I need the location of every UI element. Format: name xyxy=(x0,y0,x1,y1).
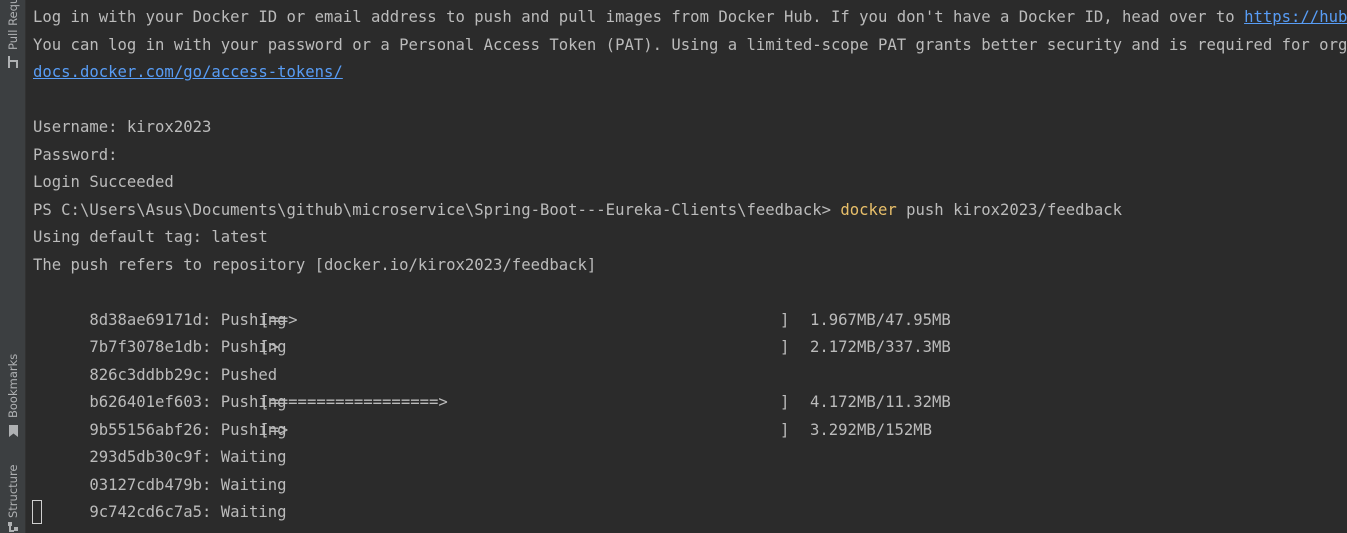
terminal-cursor xyxy=(32,500,42,524)
pull-requests-label: Pull Requests xyxy=(6,0,20,50)
pull-requests-tool-button[interactable]: Pull Requests xyxy=(0,0,25,72)
docker-hub-link[interactable]: https://hub.docker.com xyxy=(1244,8,1347,26)
bookmark-icon xyxy=(9,425,18,437)
login-info-text-1: Log in with your Docker ID or email addr… xyxy=(33,8,1245,26)
command-line: PS C:\Users\Asus\Documents\github\micros… xyxy=(33,197,1122,225)
shell-prompt: PS C:\Users\Asus\Documents\github\micros… xyxy=(33,200,841,219)
bookmarks-tool-button[interactable]: Bookmarks xyxy=(0,345,25,445)
structure-label: Structure xyxy=(6,464,20,519)
login-info-line-1: Log in with your Docker ID or email addr… xyxy=(33,4,1347,32)
default-tag-line: Using default tag: latest xyxy=(33,228,268,246)
username-line: Username: kirox2023 xyxy=(33,118,212,136)
layer-status: 9c742cd6c7a5: Waiting xyxy=(89,503,287,521)
layer-progress-row: 293d5db30c9f: Waiting xyxy=(33,417,1033,466)
access-tokens-link[interactable]: docs.docker.com/go/access-tokens/ xyxy=(33,59,343,87)
structure-icon xyxy=(8,522,18,532)
command-args: push kirox2023/feedback xyxy=(896,200,1123,219)
password-line: Password: xyxy=(33,145,118,164)
login-result-line: Login Succeeded xyxy=(33,173,174,191)
terminal-output[interactable]: Log in with your Docker ID or email addr… xyxy=(26,0,1347,533)
left-tool-window-bar: Pull Requests Bookmarks Structure xyxy=(0,0,26,533)
layer-progress-row: 03127cdb479b: Waiting xyxy=(33,444,1033,494)
layer-progress-row: 7b7f3078e1db: Pushing [>] 2.172MB/337.3MB xyxy=(33,307,1033,356)
structure-tool-button[interactable]: Structure xyxy=(0,455,25,533)
command-keyword: docker xyxy=(840,200,897,219)
layer-progress-row: b626401ef603: Pushing [=================… xyxy=(33,362,1033,411)
login-info-line-2: You can log in with your password or a P… xyxy=(33,35,1347,54)
pull-request-icon xyxy=(8,56,18,68)
repository-line: The push refers to repository [docker.io… xyxy=(33,255,597,274)
layer-progress-row: 8d38ae69171d: Pushing [==>] 1.967MB/47.95… xyxy=(33,279,1033,329)
layer-progress-row: 826c3ddbb29c: Pushed xyxy=(33,334,1033,384)
layer-progress-row: 9c742cd6c7a5: Waiting xyxy=(33,472,1033,521)
bookmarks-label: Bookmarks xyxy=(6,353,20,418)
layer-progress-row: 9b55156abf26: Pushing [=>] 3.292MB/152MB xyxy=(33,389,1033,439)
ide-window: Pull Requests Bookmarks Structure Log in… xyxy=(0,0,1347,533)
